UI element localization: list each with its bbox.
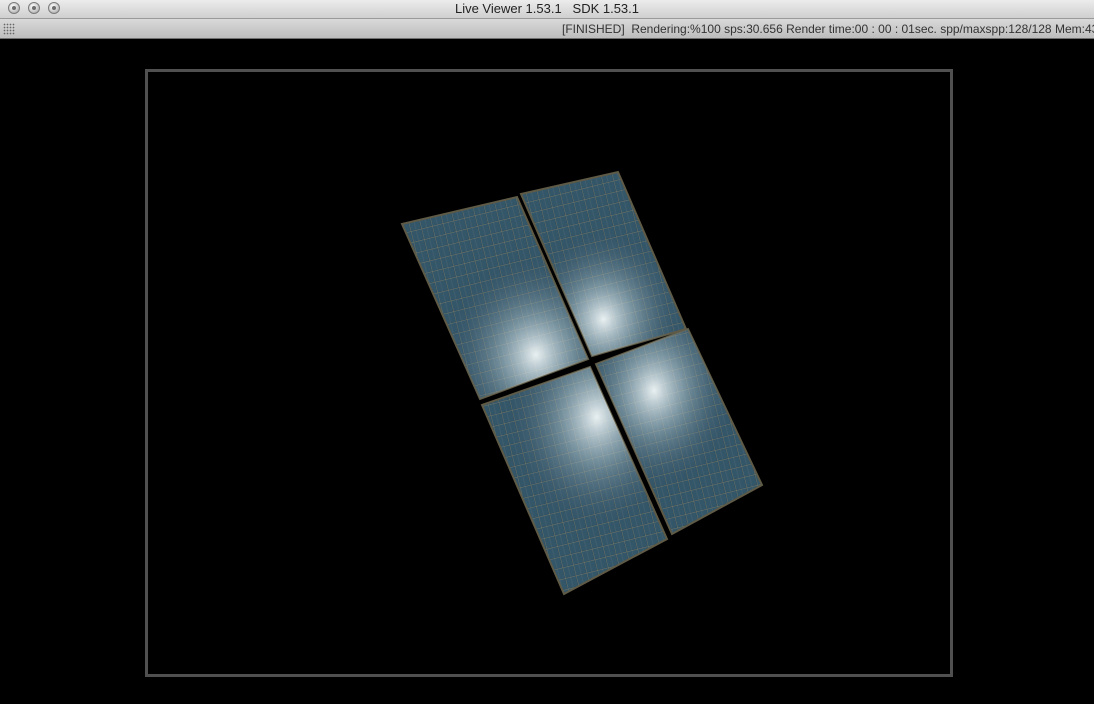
title-bar[interactable]: Live Viewer 1.53.1 SDK 1.53.1: [0, 0, 1094, 19]
resize-grip-icon[interactable]: [3, 23, 15, 35]
live-viewer-window: Live Viewer 1.53.1 SDK 1.53.1 [FINISHED]…: [0, 0, 1094, 704]
render-status-text: [FINISHED] Rendering:%100 sps:30.656 Ren…: [562, 22, 1094, 36]
window-title: Live Viewer 1.53.1 SDK 1.53.1: [454, 1, 640, 16]
solar-panel-render: [400, 170, 764, 596]
render-viewport[interactable]: [0, 39, 1094, 704]
status-bar: [FINISHED] Rendering:%100 sps:30.656 Ren…: [0, 19, 1094, 39]
